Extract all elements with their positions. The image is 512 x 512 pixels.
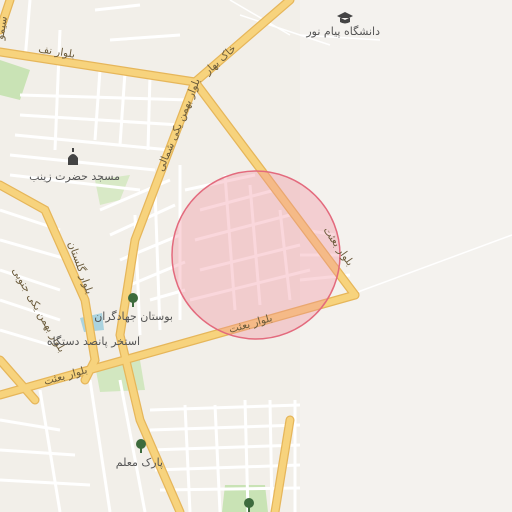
- highlight-circle[interactable]: [171, 170, 341, 340]
- park-moallem-label: پارک معلم: [116, 456, 163, 469]
- pool-label: استخر پانصد دستگاه: [47, 335, 140, 348]
- tree-icon: [244, 498, 254, 508]
- pool-poi[interactable]: استخر پانصد دستگاه: [47, 335, 140, 348]
- tree-icon: [128, 293, 138, 303]
- park-jahadgaran-label: بوستان جهادگران: [94, 310, 173, 323]
- tree-icon: [136, 439, 146, 449]
- university-label: دانشگاه پیام نور: [305, 25, 380, 38]
- map-canvas[interactable]: بلوار نف سیمو خاک بهار بلوار بهمن یکی شم…: [0, 0, 512, 512]
- mosque-label: مسجد حضرت زینب: [29, 170, 120, 183]
- map-view[interactable]: بلوار نف سیمو خاک بهار بلوار بهمن یکی شم…: [0, 0, 512, 512]
